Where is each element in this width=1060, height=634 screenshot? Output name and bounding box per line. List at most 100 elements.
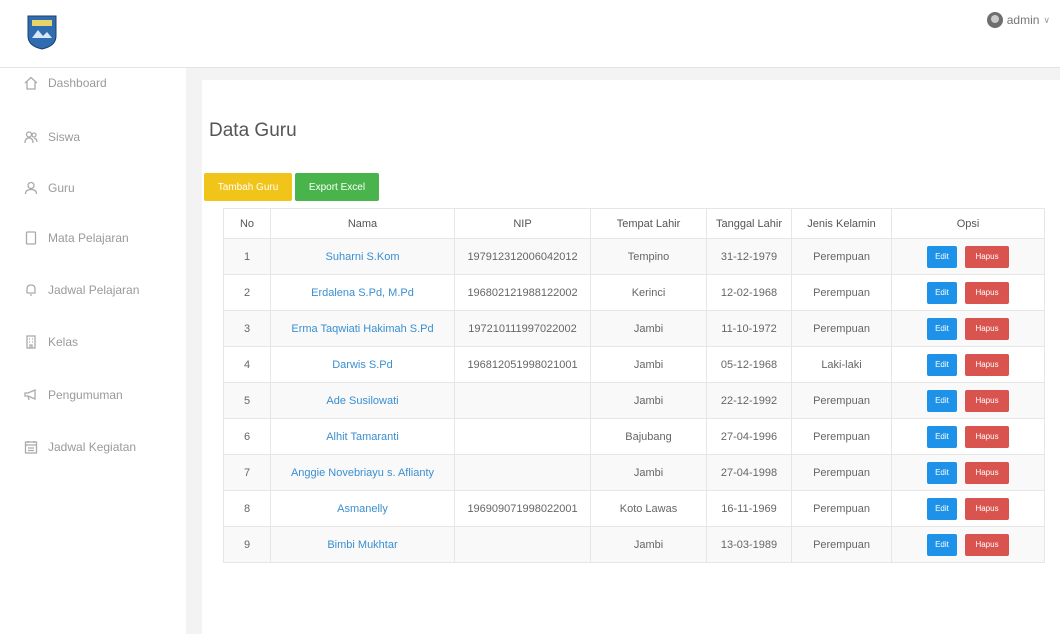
cell-opsi: Edit Hapus [891,238,1045,275]
sidebar-item-jadwal-kegiatan[interactable]: Jadwal Kegiatan [24,440,136,454]
cell-opsi: Edit Hapus [891,490,1045,527]
edit-button[interactable]: Edit [927,317,957,340]
delete-button[interactable]: Hapus [965,281,1009,304]
cell-no: 3 [223,310,271,347]
cell-nip [454,526,591,563]
teacher-table: No Nama NIP Tempat Lahir Tanggal Lahir J… [223,208,1045,563]
edit-button[interactable]: Edit [927,281,957,304]
cell-tempat-lahir: Jambi [590,382,707,419]
delete-button[interactable]: Hapus [965,389,1009,412]
cell-no: 2 [223,274,271,311]
cell-opsi: Edit Hapus [891,274,1045,311]
cell-opsi: Edit Hapus [891,418,1045,455]
column-header: Tanggal Lahir [706,208,792,239]
cell-tempat-lahir: Jambi [590,526,707,563]
cell-nip [454,382,591,419]
user-icon [24,181,38,195]
cell-nama[interactable]: Asmanelly [270,490,455,527]
delete-button[interactable]: Hapus [965,425,1009,448]
cell-nama[interactable]: Alhit Tamaranti [270,418,455,455]
calendar-icon [24,441,38,454]
cell-jenis-kelamin: Laki-laki [791,346,892,383]
cell-opsi: Edit Hapus [891,526,1045,563]
edit-button[interactable]: Edit [927,389,957,412]
sidebar-item-label: Mata Pelajaran [48,231,129,245]
column-header: Jenis Kelamin [791,208,892,239]
cell-jenis-kelamin: Perempuan [791,526,892,563]
sidebar-item-label: Jadwal Kegiatan [48,440,137,454]
sidebar-item-mata-pelajaran[interactable]: Mata Pelajaran [24,231,129,245]
cell-nama[interactable]: Suharni S.Kom [270,238,455,275]
delete-button[interactable]: Hapus [965,533,1009,556]
cell-opsi: Edit Hapus [891,346,1045,383]
sidebar-item-pengumuman[interactable]: Pengumuman [24,388,123,402]
export-excel-button[interactable]: Export Excel [295,173,379,201]
cell-no: 8 [223,490,271,527]
cell-tanggal-lahir: 11-10-1972 [706,310,792,347]
school-logo-icon[interactable] [26,14,58,50]
cell-tempat-lahir: Tempino [590,238,707,275]
delete-button[interactable]: Hapus [965,353,1009,376]
cell-tanggal-lahir: 12-02-1968 [706,274,792,311]
table-row: 8 Asmanelly 196909071998022001 Koto Lawas 16… [223,490,1045,527]
table-row: 5 Ade Susilowati Jambi 22-12-1992 Perempuan E… [223,382,1045,419]
table-body: 1 Suharni S.Kom 197912312006042012 Tempino 3… [223,238,1045,563]
cell-nama[interactable]: Erdalena S.Pd, M.Pd [270,274,455,311]
cell-nama[interactable]: Anggie Novebriayu s. Aflianty [270,454,455,491]
sidebar-item-dashboard[interactable]: Dashboard [24,76,107,90]
cell-nama[interactable]: Erma Taqwiati Hakimah S.Pd [270,310,455,347]
cell-tempat-lahir: Bajubang [590,418,707,455]
sidebar-item-label: Kelas [48,335,79,349]
add-teacher-button[interactable]: Tambah Guru [204,173,292,201]
book-icon [25,231,37,245]
cell-nama[interactable]: Ade Susilowati [270,382,455,419]
cell-tanggal-lahir: 31-12-1979 [706,238,792,275]
sidebar-item-label: Guru [48,181,75,195]
cell-jenis-kelamin: Perempuan [791,490,892,527]
sidebar-item-jadwal-pelajaran[interactable]: Jadwal Pelajaran [24,283,139,297]
column-header: Tempat Lahir [590,208,707,239]
cell-tempat-lahir: Kerinci [590,274,707,311]
cell-nip [454,418,591,455]
sidebar-item-label: Pengumuman [48,388,123,402]
table-row: 9 Bimbi Mukhtar Jambi 13-03-1989 Perempuan Ed… [223,526,1045,563]
edit-button[interactable]: Edit [927,497,957,520]
edit-button[interactable]: Edit [927,461,957,484]
cell-jenis-kelamin: Perempuan [791,382,892,419]
cell-jenis-kelamin: Perempuan [791,274,892,311]
column-header: NIP [454,208,591,239]
bell-icon [26,284,36,296]
cell-opsi: Edit Hapus [891,310,1045,347]
cell-no: 4 [223,346,271,383]
cell-opsi: Edit Hapus [891,382,1045,419]
user-menu[interactable]: admin ∨ [986,12,1050,28]
cell-tanggal-lahir: 22-12-1992 [706,382,792,419]
table-row: 3 Erma Taqwiati Hakimah S.Pd 1972101119970… [223,310,1045,347]
delete-button[interactable]: Hapus [965,245,1009,268]
edit-button[interactable]: Edit [927,533,957,556]
cell-nama[interactable]: Bimbi Mukhtar [270,526,455,563]
edit-button[interactable]: Edit [927,245,957,268]
cell-nip: 196812051998021001 [454,346,591,383]
delete-button[interactable]: Hapus [965,317,1009,340]
cell-nip: 196909071998022001 [454,490,591,527]
delete-button[interactable]: Hapus [965,461,1009,484]
table-row: 7 Anggie Novebriayu s. Aflianty Jambi 27-04… [223,454,1045,491]
cell-nama[interactable]: Darwis S.Pd [270,346,455,383]
cell-tanggal-lahir: 16-11-1969 [706,490,792,527]
table-row: 2 Erdalena S.Pd, M.Pd 196802121988122002 Ke… [223,274,1045,311]
top-bar: admin ∨ [0,0,1060,68]
column-header: No [223,208,271,239]
sidebar-item-kelas[interactable]: Kelas [24,335,78,349]
delete-button[interactable]: Hapus [965,497,1009,520]
home-icon [24,76,38,90]
edit-button[interactable]: Edit [927,425,957,448]
edit-button[interactable]: Edit [927,353,957,376]
cell-jenis-kelamin: Perempuan [791,418,892,455]
cell-no: 7 [223,454,271,491]
sidebar-item-guru[interactable]: Guru [24,181,75,195]
cell-tempat-lahir: Jambi [590,310,707,347]
sidebar-item-label: Dashboard [48,76,107,90]
cell-no: 6 [223,418,271,455]
sidebar-item-siswa[interactable]: Siswa [24,130,80,144]
